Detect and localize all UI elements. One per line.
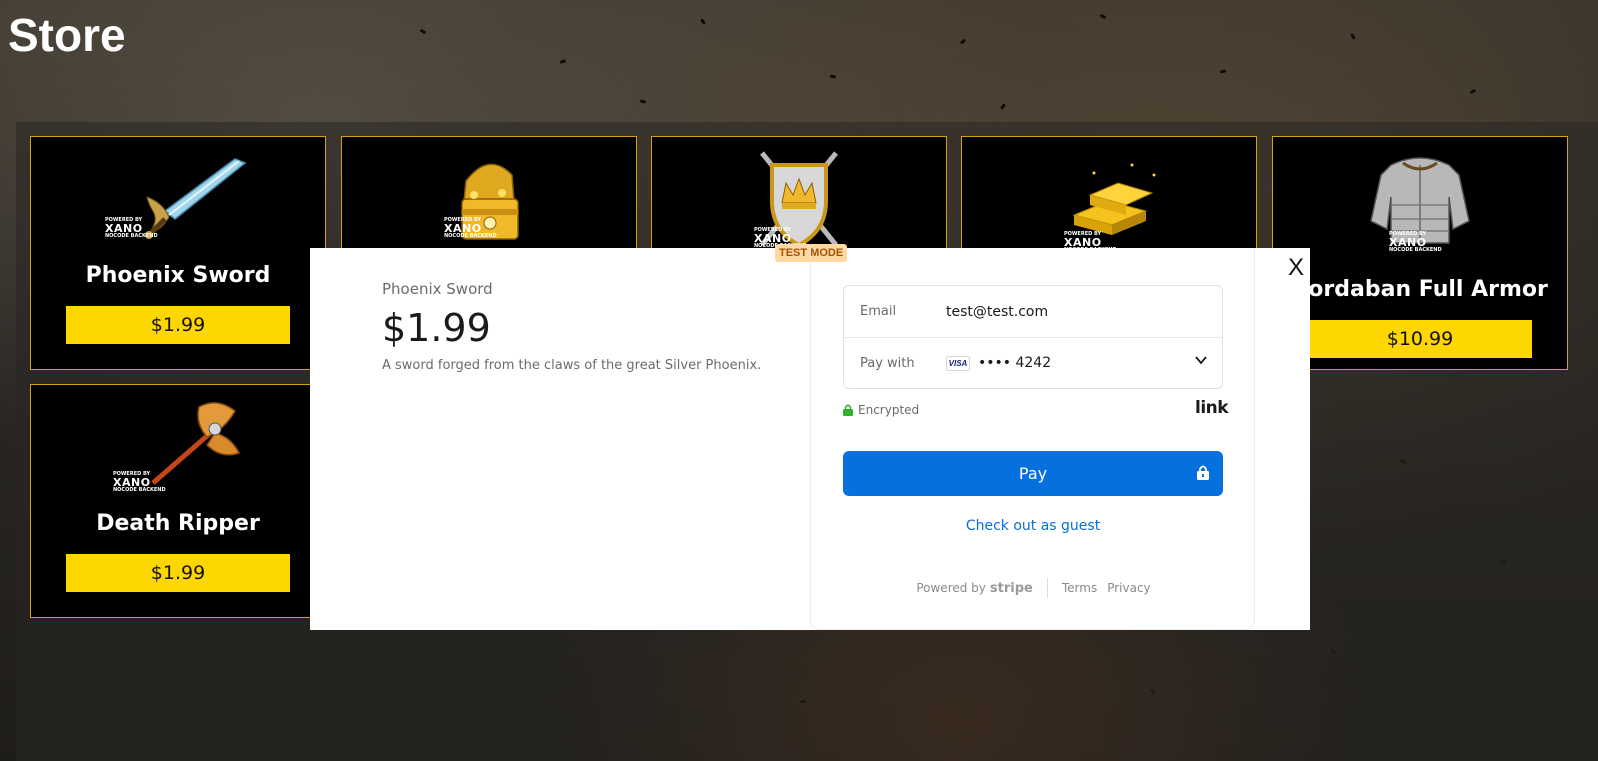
link-logo: link: [1195, 398, 1229, 418]
card-number: •••• 4242: [978, 355, 1052, 371]
product-name: Death Ripper: [96, 511, 260, 536]
product-name: Phoenix Sword: [85, 263, 271, 288]
sword-icon: POWERED BY XANO NOCODE BACKEND: [103, 145, 253, 253]
product-card[interactable]: POWERED BY XANO NOCODE BACKEND Phoenix S…: [30, 136, 326, 370]
lock-icon: [843, 404, 853, 416]
privacy-link[interactable]: Privacy: [1107, 581, 1150, 595]
chevron-down-icon[interactable]: [1194, 353, 1208, 367]
pay-with-label: Pay with: [860, 355, 915, 371]
xano-watermark: POWERED BY XANO NOCODE BACKEND: [444, 217, 497, 239]
pay-with-row[interactable]: Pay with VISA •••• 4242: [844, 337, 1222, 388]
armor-icon: POWERED BY XANO NOCODE BACKEND: [1345, 145, 1495, 253]
price-button[interactable]: $1.99: [66, 306, 290, 344]
price-button[interactable]: $1.99: [66, 554, 290, 592]
visa-icon: VISA: [946, 355, 970, 371]
price-button[interactable]: $10.99: [1308, 320, 1532, 358]
payment-pane: Email test@test.com Pay with VISA •••• 4…: [810, 248, 1255, 630]
crown-shield-icon: POWERED BY XANO NOCODE BACKEND: [724, 145, 874, 253]
pay-button-label: Pay: [1018, 464, 1048, 483]
xano-watermark: POWERED BY XANO NOCODE BACKEND: [113, 471, 166, 493]
powered-by-label: Powered by: [916, 581, 986, 595]
email-label: Email: [860, 304, 897, 319]
pay-button[interactable]: Pay: [843, 451, 1223, 496]
summary-price: $1.99: [382, 306, 491, 350]
summary-product-name: Phoenix Sword: [382, 280, 493, 298]
axe-icon: POWERED BY XANO NOCODE BACKEND: [103, 393, 253, 501]
checkout-as-guest-link[interactable]: Check out as guest: [843, 518, 1223, 534]
encrypted-label: Encrypted: [858, 403, 920, 417]
product-card[interactable]: POWERED BY XANO NOCODE BACKEND Death Rip…: [30, 384, 326, 618]
order-summary: Phoenix Sword $1.99 A sword forged from …: [382, 280, 802, 373]
summary-description: A sword forged from the claws of the gre…: [382, 358, 762, 373]
xano-watermark: POWERED BY XANO NOCODE BACKEND: [1389, 231, 1442, 253]
checkout-footer: Powered by stripe Terms Privacy: [811, 578, 1256, 598]
checkout-modal: TEST MODE X Phoenix Sword $1.99 A sword …: [310, 244, 1310, 630]
footer-divider: [1046, 578, 1048, 598]
email-row[interactable]: Email test@test.com: [844, 286, 1222, 337]
email-field[interactable]: test@test.com: [946, 304, 1048, 320]
page-title: Store: [8, 9, 126, 61]
payment-fields: Email test@test.com Pay with VISA •••• 4…: [843, 285, 1223, 389]
xano-watermark: POWERED BY XANO NOCODE BACKEND: [105, 217, 158, 239]
encrypted-note: Encrypted: [843, 403, 919, 417]
product-name: Cordaban Full Armor: [1292, 277, 1548, 302]
product-card[interactable]: POWERED BY XANO NOCODE BACKEND Cordaban …: [1272, 136, 1568, 370]
stripe-logo: stripe: [989, 580, 1033, 596]
lock-icon: [1197, 465, 1209, 480]
close-button[interactable]: X: [1288, 254, 1304, 282]
gold-bars-icon: POWERED BY XANO NOCODE BACKEND: [1034, 145, 1184, 253]
treasure-chest-icon: POWERED BY XANO NOCODE BACKEND: [414, 145, 564, 253]
terms-link[interactable]: Terms: [1062, 581, 1097, 595]
